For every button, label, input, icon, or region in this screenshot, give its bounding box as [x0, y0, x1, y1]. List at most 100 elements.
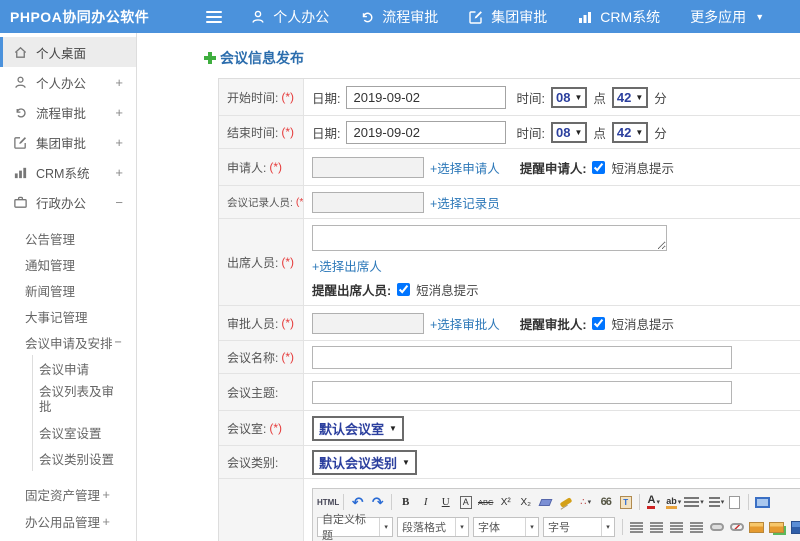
meeting-subject-input[interactable]: [312, 380, 732, 404]
insert-screenshot-button[interactable]: [767, 518, 786, 537]
strikethrough-button[interactable]: ABC: [476, 493, 495, 512]
applicant-input[interactable]: [312, 156, 424, 178]
sidebar-item-meeting-list-approval[interactable]: 会议列表及审批: [33, 381, 119, 419]
start-minute-select[interactable]: 42 ▼: [611, 86, 649, 108]
caret-down-icon: ▾: [379, 518, 392, 536]
sidebar-item-personal-office[interactable]: 个人办公 +: [0, 67, 136, 97]
end-date-input[interactable]: [346, 120, 507, 144]
expand-plus-icon[interactable]: +: [102, 514, 110, 529]
sidebar-item-meeting-room-settings[interactable]: 会议室设置: [33, 419, 136, 445]
sidebar-item-office-supplies[interactable]: 办公用品管理 +: [0, 508, 136, 535]
sidebar-item-crm[interactable]: CRM系统 +: [0, 157, 136, 187]
submenu-label: 会议申请: [39, 362, 90, 377]
ordered-list-button[interactable]: ▾: [684, 493, 704, 512]
redo-button[interactable]: ↷: [368, 493, 387, 512]
nav-more-apps[interactable]: 更多应用 ▼: [675, 0, 779, 33]
form-row-applicant: 申请人: (*) +选择申请人 提醒申请人: 短消息提示: [219, 149, 800, 186]
nav-workflow-approval[interactable]: 流程审批: [344, 0, 453, 33]
sidebar-item-workflow-approval[interactable]: 流程审批 +: [0, 97, 136, 127]
form-row-meeting-subject: 会议主题:: [219, 374, 800, 411]
app-brand[interactable]: PHPOA协同办公软件: [10, 7, 149, 27]
subscript-button[interactable]: X₂: [516, 493, 535, 512]
paragraph-format-dropdown[interactable]: 段落格式 ▾: [397, 517, 469, 537]
highlight-color-button[interactable]: ab ▾: [664, 493, 683, 512]
sidebar-item-book-mgmt[interactable]: 图书管理 +: [0, 535, 136, 541]
sidebar-item-events-mgmt[interactable]: 大事记管理: [0, 303, 136, 329]
html-source-button[interactable]: HTML: [317, 493, 339, 512]
insert-image-button[interactable]: [747, 518, 766, 537]
meeting-room-select[interactable]: 默认会议室 ▼: [312, 415, 404, 441]
meeting-submenu: 会议申请 会议列表及审批 会议室设置 会议类别设置: [32, 355, 136, 471]
italic-button[interactable]: I: [416, 493, 435, 512]
sidebar-item-admin-office[interactable]: 行政办公 −: [0, 187, 136, 217]
nav-label: CRM系统: [600, 8, 661, 25]
time-label: 时间:: [516, 126, 545, 141]
eraser-button[interactable]: [536, 493, 555, 512]
start-hour-select[interactable]: 08 ▼: [550, 86, 588, 108]
align-center-button[interactable]: [647, 518, 666, 537]
applicant-sms-checkbox[interactable]: [592, 160, 606, 174]
start-date-input[interactable]: [346, 85, 507, 109]
expand-plus-icon[interactable]: +: [115, 75, 123, 90]
sidebar-item-fixed-assets[interactable]: 固定资产管理 +: [0, 481, 136, 508]
undo-button[interactable]: ↶: [348, 493, 367, 512]
recorder-input[interactable]: [312, 191, 424, 213]
approver-input[interactable]: [312, 312, 424, 334]
new-page-button[interactable]: [725, 493, 744, 512]
select-recorder-link[interactable]: +选择记录员: [430, 193, 500, 212]
expand-plus-icon[interactable]: +: [115, 105, 123, 120]
remove-link-button[interactable]: [727, 518, 746, 537]
select-attendees-link[interactable]: +选择出席人: [312, 256, 382, 275]
bold-button[interactable]: B: [396, 493, 415, 512]
attendees-textarea[interactable]: [312, 225, 667, 251]
sidebar-item-desktop[interactable]: 个人桌面: [0, 37, 136, 67]
bar-chart-icon: [577, 9, 593, 25]
nav-group-approval[interactable]: 集团审批: [453, 0, 562, 33]
collapse-minus-icon[interactable]: −: [115, 195, 123, 210]
select-applicant-link[interactable]: +选择申请人: [430, 158, 500, 177]
sidebar-item-announcement-mgmt[interactable]: 公告管理: [0, 225, 136, 251]
select-approver-link[interactable]: +选择审批人: [430, 314, 500, 333]
meeting-name-input[interactable]: [312, 345, 732, 369]
attendees-sms-checkbox[interactable]: [397, 283, 411, 296]
insert-media-button[interactable]: [787, 518, 800, 537]
sidebar-item-notice-mgmt[interactable]: 通知管理: [0, 251, 136, 277]
menu-icon[interactable]: [206, 11, 223, 23]
sidebar-item-news-mgmt[interactable]: 新闻管理: [0, 277, 136, 303]
approver-sms-checkbox[interactable]: [592, 316, 606, 330]
font-family-dropdown[interactable]: 字体 ▾: [473, 517, 539, 537]
expand-plus-icon[interactable]: +: [102, 487, 110, 502]
underline-button[interactable]: U: [436, 493, 455, 512]
font-style-button[interactable]: A: [456, 493, 475, 512]
fullscreen-button[interactable]: [753, 493, 772, 512]
clear-format-button[interactable]: [556, 493, 575, 512]
font-color-button[interactable]: A ▾: [644, 493, 663, 512]
sidebar-item-meeting-group[interactable]: 会议申请及安排 −: [0, 329, 136, 355]
font-size-dropdown[interactable]: 字号 ▾: [543, 517, 615, 537]
meeting-category-select[interactable]: 默认会议类别 ▼: [312, 449, 417, 475]
paste-button[interactable]: T: [616, 493, 635, 512]
end-minute-select[interactable]: 42 ▼: [611, 121, 649, 143]
nav-crm[interactable]: CRM系统: [562, 0, 675, 33]
blockquote-button[interactable]: 66: [596, 493, 615, 512]
custom-title-dropdown[interactable]: 自定义标题 ▾: [317, 514, 393, 541]
end-hour-select[interactable]: 08 ▼: [550, 121, 588, 143]
sidebar-item-meeting-category-settings[interactable]: 会议类别设置: [33, 445, 136, 471]
fullscreen-icon: [755, 496, 771, 508]
sidebar-item-group-approval[interactable]: 集团审批 +: [0, 127, 136, 157]
sidebar-item-meeting-apply[interactable]: 会议申请: [33, 355, 136, 381]
align-right-button[interactable]: [667, 518, 686, 537]
paste-icon: T: [619, 495, 632, 509]
expand-plus-icon[interactable]: +: [115, 165, 123, 180]
toolbar-separator: [343, 494, 345, 510]
superscript-button[interactable]: X²: [496, 493, 515, 512]
format-painter-button[interactable]: ∴ ▾: [576, 493, 595, 512]
justify-button[interactable]: [687, 518, 706, 537]
align-left-button[interactable]: [627, 518, 646, 537]
unordered-list-button[interactable]: ▾: [705, 493, 724, 512]
collapse-minus-icon[interactable]: −: [115, 335, 122, 349]
expand-plus-icon[interactable]: +: [115, 135, 123, 150]
nav-personal-office[interactable]: 个人办公: [235, 0, 344, 33]
insert-link-button[interactable]: [707, 518, 726, 537]
field-label: 开始时间: (*): [219, 79, 304, 115]
